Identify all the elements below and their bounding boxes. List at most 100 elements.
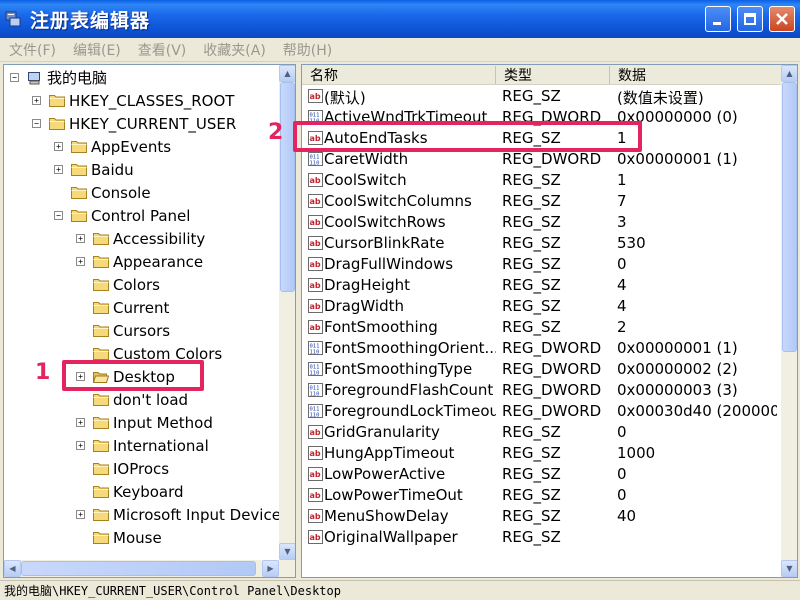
title-bar: 注册表编辑器 (0, 0, 800, 38)
list-row[interactable]: ab MenuShowDelay REG_SZ 40 (302, 506, 782, 527)
menu-view[interactable]: 查看(V) (138, 40, 187, 60)
tree-scroll-up-button[interactable]: ▲ (279, 65, 295, 82)
tree-item[interactable]: + Input Method (76, 411, 213, 434)
tree-item-label: Colors (113, 275, 160, 294)
value-type: REG_SZ (502, 192, 561, 210)
list-row[interactable]: ab LowPowerActive REG_SZ 0 (302, 464, 782, 485)
tree-scroll-down-button[interactable]: ▼ (279, 543, 295, 560)
value-type: REG_SZ (502, 444, 561, 462)
value-type: REG_SZ (502, 234, 561, 252)
tree-item[interactable]: Console (54, 181, 151, 204)
list-row[interactable]: ab LowPowerTimeOut REG_SZ 0 (302, 485, 782, 506)
list-row[interactable]: 011 110 CaretWidth REG_DWORD 0x00000001 (1) (302, 149, 782, 170)
tree-item-label: Control Panel (91, 206, 191, 225)
collapse-icon[interactable]: − (54, 211, 63, 220)
menu-bar: 文件(F) 编辑(E) 查看(V) 收藏夹(A) 帮助(H) (0, 38, 800, 62)
tree-item[interactable]: Keyboard (76, 480, 184, 503)
reg-string-icon: ab (308, 425, 323, 439)
tree-item[interactable]: + Appearance (76, 250, 203, 273)
minimize-button[interactable] (705, 6, 731, 32)
list-row[interactable]: ab (默认) REG_SZ (数值未设置) (302, 86, 782, 107)
tree-scroll-thumb[interactable] (280, 82, 295, 292)
list-row[interactable]: 011 110 FontSmoothingOrient... REG_DWORD 0x0… (302, 338, 782, 359)
value-type: REG_SZ (502, 213, 561, 231)
list-row[interactable]: 011 110 ForegroundFlashCount REG_DWORD 0x000… (302, 380, 782, 401)
column-header-data[interactable]: 数据 (610, 66, 782, 84)
list-row[interactable]: ab OriginalWallpaper REG_SZ (302, 527, 782, 548)
tree-scroll-right-button[interactable]: ▶ (262, 560, 279, 577)
column-data-label: 数据 (618, 68, 646, 84)
list-row[interactable]: ab DragWidth REG_SZ 4 (302, 296, 782, 317)
menu-edit[interactable]: 编辑(E) (73, 40, 121, 60)
svg-text:ab: ab (310, 92, 321, 101)
value-name: FontSmoothingType (324, 360, 473, 378)
collapse-icon[interactable]: − (10, 73, 19, 82)
tree-item[interactable]: + AppEvents (54, 135, 171, 158)
tree-item[interactable]: + Baidu (54, 158, 134, 181)
value-type: REG_SZ (502, 87, 561, 105)
tree-item[interactable]: Colors (76, 273, 160, 296)
reg-string-icon: ab (308, 509, 323, 523)
list-row[interactable]: ab CoolSwitchRows REG_SZ 3 (302, 212, 782, 233)
list-row[interactable]: ab DragFullWindows REG_SZ 0 (302, 254, 782, 275)
list-row[interactable]: ab DragHeight REG_SZ 4 (302, 275, 782, 296)
tree-item[interactable]: − Control Panel (54, 204, 190, 227)
svg-text:110: 110 (310, 392, 320, 398)
tree-item-label: International (113, 436, 209, 455)
column-header-name[interactable]: 名称 (302, 66, 496, 84)
collapse-icon[interactable]: − (32, 119, 41, 128)
tree-scroll-left-button[interactable]: ◀ (4, 560, 21, 577)
value-data: 1000 (617, 444, 656, 462)
list-vertical-scrollbar[interactable]: ▲ ▼ (781, 65, 797, 577)
expand-icon[interactable]: + (76, 234, 85, 243)
tree-item[interactable]: − HKEY_CURRENT_USER (32, 112, 236, 135)
value-type: REG_SZ (502, 297, 561, 315)
list-row[interactable]: ab HungAppTimeout REG_SZ 1000 (302, 443, 782, 464)
list-scroll-thumb[interactable] (782, 82, 797, 352)
list-row[interactable]: 011 110 ForegroundLockTimeout REG_DWORD 0x00… (302, 401, 782, 422)
tree-item[interactable]: Cursors (76, 319, 170, 342)
svg-text:ab: ab (310, 218, 321, 227)
tree-item[interactable]: IOProcs (76, 457, 169, 480)
value-type: REG_SZ (502, 507, 561, 525)
tree-item[interactable]: Current (76, 296, 169, 319)
list-scroll-up-button[interactable]: ▲ (781, 65, 797, 82)
value-name: FontSmoothing (324, 318, 438, 336)
tree-item[interactable]: + Microsoft Input Devices (76, 503, 289, 526)
list-row[interactable]: ab CoolSwitch REG_SZ 1 (302, 170, 782, 191)
tree-item[interactable]: Mouse (76, 526, 162, 549)
value-data: 3 (617, 213, 627, 231)
list-scroll-down-button[interactable]: ▼ (781, 560, 797, 577)
tree-item[interactable]: + International (76, 434, 209, 457)
list-row[interactable]: ab FontSmoothing REG_SZ 2 (302, 317, 782, 338)
expand-icon[interactable]: + (76, 510, 85, 519)
menu-file[interactable]: 文件(F) (9, 40, 56, 60)
list-row[interactable]: ab GridGranularity REG_SZ 0 (302, 422, 782, 443)
reg-binary-icon: 011110 (308, 362, 323, 376)
svg-text:ab: ab (310, 197, 321, 206)
registry-tree[interactable]: − 我的电脑 + HKEY_CLASSES_ROOT − HKEY_CURRENT_USE… (3, 64, 296, 578)
column-header-type[interactable]: 类型 (496, 66, 610, 84)
value-data: 0 (617, 255, 627, 273)
svg-text:ab: ab (310, 302, 321, 311)
tree-hscroll-thumb[interactable] (21, 561, 256, 576)
list-row[interactable]: ab CursorBlinkRate REG_SZ 530 (302, 233, 782, 254)
tree-item[interactable]: + HKEY_CLASSES_ROOT (32, 89, 234, 112)
list-row[interactable]: ab CoolSwitchColumns REG_SZ 7 (302, 191, 782, 212)
expand-icon[interactable]: + (32, 96, 41, 105)
expand-icon[interactable]: + (54, 142, 63, 151)
expand-icon[interactable]: + (76, 441, 85, 450)
menu-help[interactable]: 帮助(H) (283, 40, 332, 60)
list-header: 名称 类型 数据 (302, 65, 782, 85)
list-row[interactable]: 011 110 FontSmoothingType REG_DWORD 0x000000… (302, 359, 782, 380)
tree-item[interactable]: don't load (76, 388, 188, 411)
maximize-button[interactable] (737, 6, 763, 32)
expand-icon[interactable]: + (76, 418, 85, 427)
tree-item[interactable]: − 我的电脑 (10, 66, 107, 89)
expand-icon[interactable]: + (76, 257, 85, 266)
tree-item[interactable]: + Accessibility (76, 227, 205, 250)
menu-favorites[interactable]: 收藏夹(A) (203, 40, 266, 60)
expand-icon[interactable]: + (54, 165, 63, 174)
tree-horizontal-scrollbar[interactable]: ◀ ▶ (4, 560, 295, 577)
close-button[interactable] (769, 6, 795, 32)
